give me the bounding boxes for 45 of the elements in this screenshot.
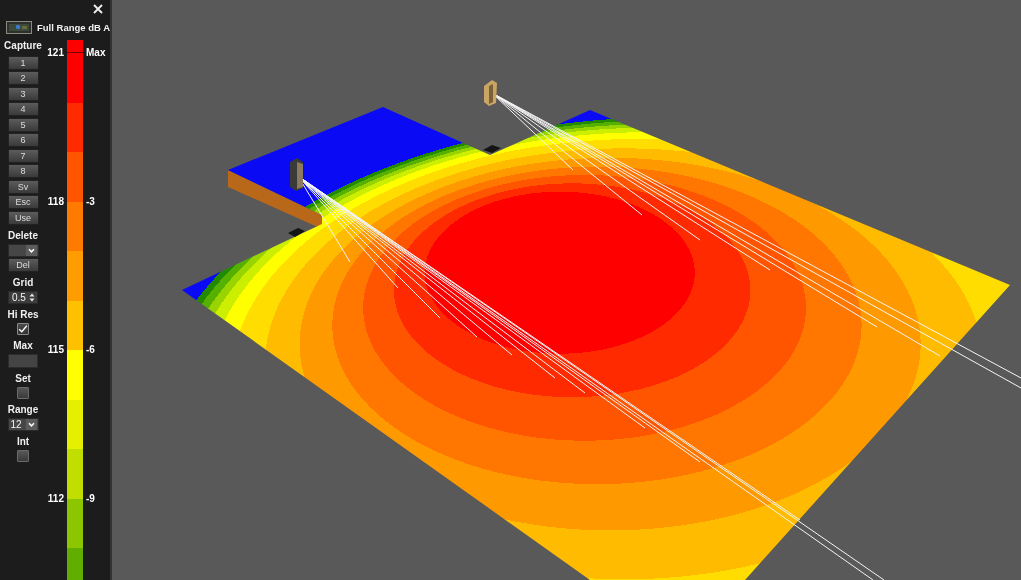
panel-button[interactable]: 6	[7, 133, 39, 147]
checkbox[interactable]	[17, 323, 29, 335]
section-label: Capture	[4, 40, 42, 52]
speaker-box	[290, 158, 303, 191]
spin-arrows-icon	[29, 292, 35, 303]
panel-title: Full Range dB A	[37, 21, 110, 33]
offset-label: Max	[86, 47, 107, 59]
panel-button[interactable]: 4	[7, 102, 39, 116]
section-label: Set	[15, 373, 31, 385]
panel-button[interactable]: Esc	[7, 195, 39, 209]
offset-label: -3	[86, 195, 96, 208]
tick-label: 121	[46, 47, 64, 59]
section-label: Max	[13, 340, 33, 352]
panel-button[interactable]: Sv	[7, 179, 39, 194]
close-icon[interactable]	[93, 4, 103, 14]
section-label: Range	[7, 404, 39, 416]
offset-label: -9	[86, 492, 96, 505]
section-label: Delete	[8, 229, 38, 242]
offset-label: -6	[86, 344, 96, 356]
panel-button[interactable]: 2	[7, 71, 39, 85]
section-label: Grid	[12, 277, 34, 289]
panel-button[interactable]: 8	[7, 164, 39, 178]
section-label: Hi Res	[7, 309, 39, 321]
checkbox[interactable]	[17, 450, 29, 462]
chevron-icon	[25, 244, 37, 256]
speaker-box	[484, 80, 497, 106]
panel-button[interactable]: 7	[7, 148, 39, 163]
panel-button[interactable]: 3	[7, 86, 39, 101]
panel-button[interactable]: Use	[7, 210, 39, 225]
image-thumbnail-icon[interactable]	[6, 20, 32, 34]
check-icon	[18, 324, 28, 334]
panel-button[interactable]: 1	[7, 55, 39, 70]
dropdown[interactable]: 12	[7, 418, 39, 431]
tick-label: 112	[46, 492, 64, 505]
section-label: Int	[16, 436, 30, 448]
tick-label: 118	[46, 195, 64, 208]
input-field[interactable]	[8, 354, 38, 368]
floor-block	[483, 145, 501, 153]
dropdown[interactable]	[7, 243, 39, 257]
panel-button[interactable]: Del	[7, 258, 39, 272]
panel-button[interactable]: 5	[7, 117, 39, 132]
chevron-icon	[25, 419, 37, 430]
tick-label: 115	[46, 344, 64, 356]
number-spinner[interactable]: 0.5	[8, 291, 38, 304]
checkbox[interactable]	[17, 387, 29, 399]
